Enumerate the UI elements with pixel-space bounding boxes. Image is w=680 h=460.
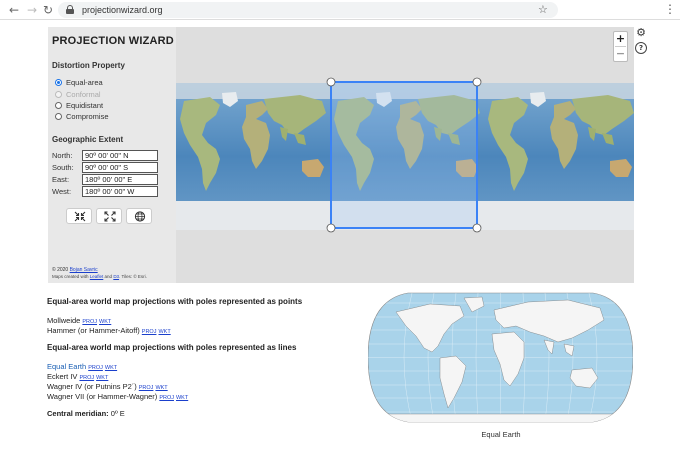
help-icon[interactable]: ? (635, 42, 647, 54)
maps-credit: Maps created with Leaflet and D3. Tiles:… (52, 274, 147, 279)
west-input[interactable]: 180º 00' 00" W (82, 186, 158, 197)
forward-icon[interactable]: → (24, 2, 40, 18)
leaflet-link[interactable]: Leaflet (90, 274, 104, 279)
expand-extent-button[interactable] (96, 208, 122, 224)
map-canvas[interactable] (176, 27, 634, 283)
extent-south-row: South: 90º 00' 00" S (52, 162, 174, 173)
radio-button (55, 90, 62, 98)
wizard-sidebar: PROJECTION WIZARD Distortion Property Eq… (48, 27, 176, 283)
equal-earth-preview-map (368, 292, 633, 423)
proj-link[interactable]: PROJ (88, 365, 103, 371)
east-input[interactable]: 180º 00' 00" E (82, 174, 158, 185)
app-title: PROJECTION WIZARD (52, 35, 174, 47)
wkt-link[interactable]: WKT (176, 395, 188, 401)
globe-button[interactable] (126, 208, 152, 224)
selection-handle-sw[interactable] (326, 223, 336, 233)
extent-title: Geographic Extent (52, 135, 124, 144)
wkt-link[interactable]: WKT (158, 329, 170, 335)
wkt-link[interactable]: WKT (96, 375, 108, 381)
world-map[interactable] (176, 27, 634, 283)
result-hammer: Hammer (or Hammer-Aitoff) PROJ WKT (47, 326, 171, 335)
browser-menu-icon[interactable]: ⋮ (664, 2, 676, 16)
settings-gear-icon[interactable]: ⚙ (635, 27, 647, 39)
east-label: East: (52, 175, 70, 184)
selection-handle-se[interactable] (472, 223, 482, 233)
lock-icon (66, 5, 74, 14)
south-label: South: (52, 163, 74, 172)
extent-north-row: North: 90º 00' 00" N (52, 150, 174, 161)
wkt-link[interactable]: WKT (155, 385, 167, 391)
radio-button[interactable] (55, 101, 62, 109)
north-label: North: (52, 151, 73, 160)
copyright-credit: © 2020 Bojan Savric (52, 267, 98, 273)
shrink-extent-icon (74, 211, 86, 222)
zoom-control: + − (613, 31, 628, 62)
south-input[interactable]: 90º 00' 00" S (82, 162, 158, 173)
author-link[interactable]: Bojan Savric (70, 267, 98, 273)
extent-west-row: West: 180º 00' 00" W (52, 186, 174, 197)
preview-caption: Equal Earth (481, 430, 521, 439)
points-heading: Equal-area world map projections with po… (47, 297, 303, 306)
proj-link[interactable]: PROJ (79, 375, 94, 381)
central-meridian: Central meridian: 0º E (47, 409, 125, 418)
shrink-extent-button[interactable] (66, 208, 92, 224)
url-text[interactable]: projectionwizard.org (82, 4, 163, 16)
back-icon[interactable]: ← (6, 2, 22, 18)
extent-east-row: East: 180º 00' 00" E (52, 174, 174, 185)
wkt-link[interactable]: WKT (99, 319, 111, 325)
west-label: West: (52, 187, 72, 196)
reload-icon[interactable]: ↻ (40, 2, 56, 18)
proj-link[interactable]: PROJ (142, 329, 157, 335)
zoom-out-button[interactable]: − (614, 47, 627, 61)
zoom-in-button[interactable]: + (614, 32, 627, 46)
world-tile-left (176, 83, 330, 230)
expand-extent-icon (104, 211, 116, 222)
proj-link[interactable]: PROJ (159, 395, 174, 401)
extent-selection-box[interactable] (330, 81, 478, 229)
selection-handle-ne[interactable] (472, 77, 482, 87)
north-input[interactable]: 90º 00' 00" N (82, 150, 158, 161)
proj-link[interactable]: PROJ (139, 385, 154, 391)
radio-button[interactable] (55, 112, 62, 120)
lines-heading: Equal-area world map projections with po… (47, 343, 297, 352)
wkt-link[interactable]: WKT (105, 365, 117, 371)
distortion-title: Distortion Property (52, 61, 125, 70)
globe-icon (134, 211, 146, 222)
browser-toolbar: ← → ↻ projectionwizard.org ☆ ⋮ (0, 0, 680, 20)
result-wagner-vii: Wagner VII (or Hammer-Wagner) PROJ WKT (47, 392, 189, 401)
radio-button[interactable] (55, 78, 62, 86)
selection-handle-nw[interactable] (326, 77, 336, 87)
proj-link[interactable]: PROJ (82, 319, 97, 325)
address-bar[interactable]: projectionwizard.org ☆ (58, 2, 558, 18)
star-icon[interactable]: ☆ (538, 3, 548, 16)
world-tile-right (484, 83, 634, 230)
